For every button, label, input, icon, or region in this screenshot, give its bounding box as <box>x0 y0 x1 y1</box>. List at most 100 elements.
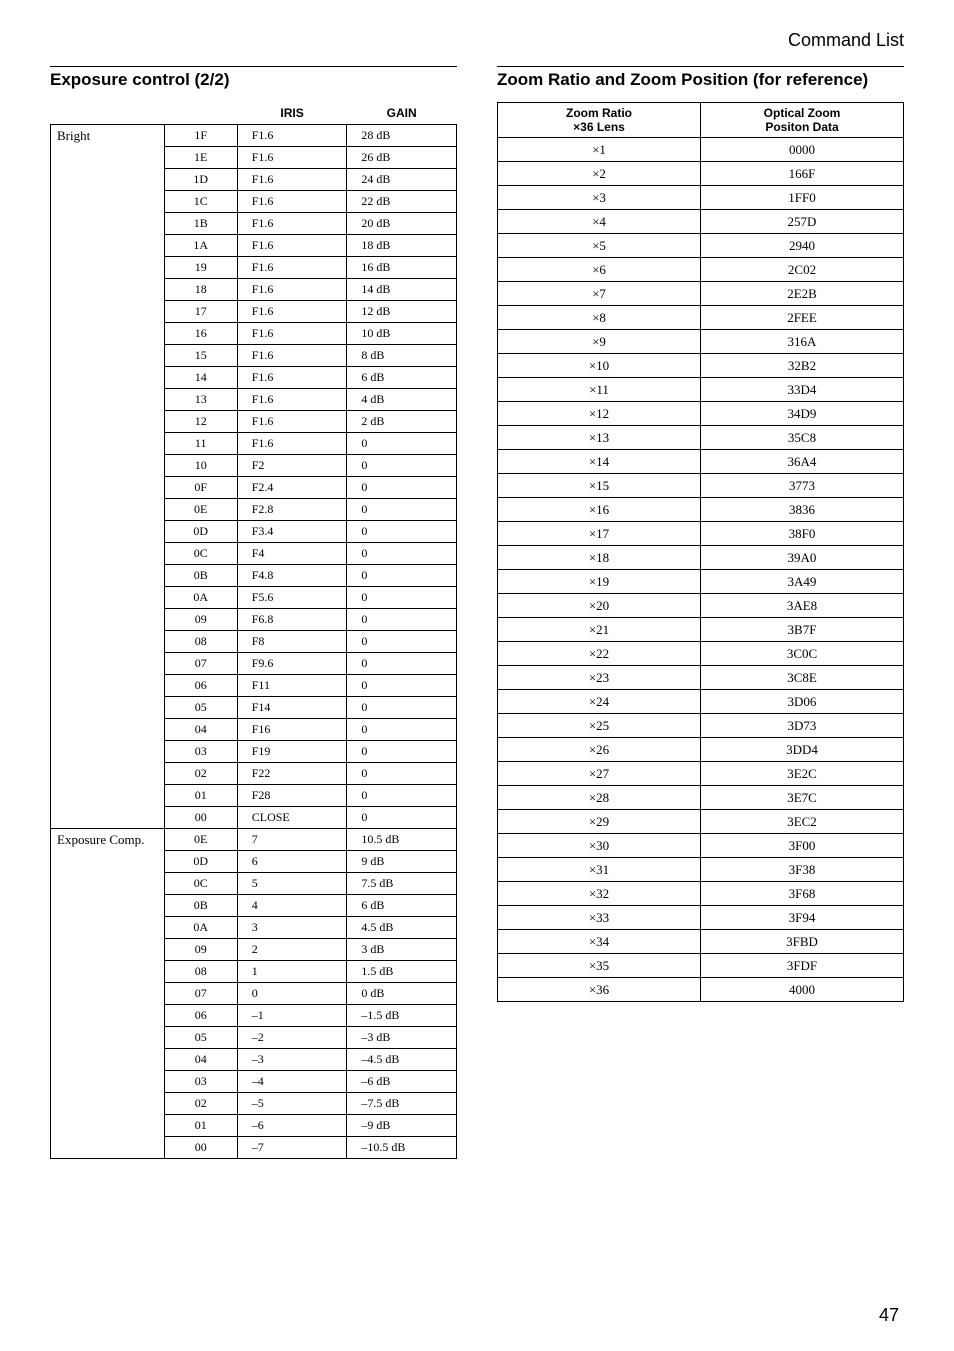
exposure-gain: 12 dB <box>347 300 457 322</box>
zoom-ratio: ×9 <box>498 330 701 354</box>
page-number: 47 <box>879 1305 899 1326</box>
table-row: ×2166F <box>498 162 904 186</box>
table-row: ×1738F0 <box>498 522 904 546</box>
zoom-position: 35C8 <box>701 426 904 450</box>
exposure-code: 0C <box>164 872 237 894</box>
zoom-ratio: ×15 <box>498 474 701 498</box>
table-row: ×273E2C <box>498 762 904 786</box>
table-row: ×62C02 <box>498 258 904 282</box>
exposure-gain: 0 <box>347 432 457 454</box>
exposure-code: 1D <box>164 168 237 190</box>
zoom-position: 3F00 <box>701 834 904 858</box>
zoom-ratio: ×32 <box>498 882 701 906</box>
zoom-ratio: ×31 <box>498 858 701 882</box>
table-row: ×52940 <box>498 234 904 258</box>
exposure-code: 05 <box>164 696 237 718</box>
zoom-table: Zoom Ratio ×36 Lens Optical Zoom Positon… <box>497 102 904 1002</box>
exposure-gain: 20 dB <box>347 212 457 234</box>
exposure-gain: 2 dB <box>347 410 457 432</box>
zoom-ratio: ×26 <box>498 738 701 762</box>
zoom-position: 3E7C <box>701 786 904 810</box>
exposure-gain: 0 <box>347 696 457 718</box>
exposure-iris: F3.4 <box>237 520 347 542</box>
zoom-ratio: ×21 <box>498 618 701 642</box>
zoom-position: 38F0 <box>701 522 904 546</box>
zoom-position: 2940 <box>701 234 904 258</box>
exposure-iris: F1.6 <box>237 190 347 212</box>
exposure-table: IRIS GAIN Bright1FF1.628 dB1EF1.626 dB1D… <box>50 102 457 1159</box>
zoom-ratio: ×27 <box>498 762 701 786</box>
zoom-ratio: ×1 <box>498 138 701 162</box>
zoom-position: 3B7F <box>701 618 904 642</box>
table-row: Bright1FF1.628 dB <box>51 124 457 146</box>
divider <box>50 66 457 67</box>
zoom-ratio: ×14 <box>498 450 701 474</box>
exposure-gain: 4.5 dB <box>347 916 457 938</box>
exposure-code: 0A <box>164 586 237 608</box>
table-row: ×9316A <box>498 330 904 354</box>
table-row: ×153773 <box>498 474 904 498</box>
zoom-ratio: ×18 <box>498 546 701 570</box>
zoom-ratio: ×23 <box>498 666 701 690</box>
exposure-gain: 0 <box>347 498 457 520</box>
zoom-ratio: ×3 <box>498 186 701 210</box>
table-row: ×10000 <box>498 138 904 162</box>
exposure-iris: 5 <box>237 872 347 894</box>
exposure-code: 07 <box>164 982 237 1004</box>
exposure-gain: 0 <box>347 762 457 784</box>
exposure-code: 0D <box>164 850 237 872</box>
zoom-position: 2FEE <box>701 306 904 330</box>
exposure-iris: F1.6 <box>237 212 347 234</box>
exposure-code: 1C <box>164 190 237 212</box>
zoom-ratio: ×16 <box>498 498 701 522</box>
exposure-iris: F4 <box>237 542 347 564</box>
exposure-code: 1B <box>164 212 237 234</box>
exposure-gain: 0 <box>347 806 457 828</box>
exposure-iris: 3 <box>237 916 347 938</box>
exposure-gain: 0 <box>347 586 457 608</box>
zoom-position: 33D4 <box>701 378 904 402</box>
exposure-code: 06 <box>164 1004 237 1026</box>
exposure-code: 1E <box>164 146 237 168</box>
zoom-ratio: ×36 <box>498 978 701 1002</box>
exposure-iris: F1.6 <box>237 300 347 322</box>
zoom-ratio: ×5 <box>498 234 701 258</box>
exposure-iris: F1.6 <box>237 322 347 344</box>
zoom-position: 0000 <box>701 138 904 162</box>
exposure-code: 04 <box>164 718 237 740</box>
zoom-ratio: ×25 <box>498 714 701 738</box>
table-row: ×1032B2 <box>498 354 904 378</box>
table-row: ×1335C8 <box>498 426 904 450</box>
exposure-gain: –3 dB <box>347 1026 457 1048</box>
exposure-iris: –4 <box>237 1070 347 1092</box>
exposure-iris: 4 <box>237 894 347 916</box>
exposure-gain: 16 dB <box>347 256 457 278</box>
exposure-category: Exposure Comp. <box>51 828 165 1158</box>
exposure-gain: 6 dB <box>347 366 457 388</box>
exposure-iris: F14 <box>237 696 347 718</box>
exposure-gain: 0 <box>347 652 457 674</box>
exposure-code: 04 <box>164 1048 237 1070</box>
table-row: ×353FDF <box>498 954 904 978</box>
exposure-gain: 6 dB <box>347 894 457 916</box>
exposure-iris: F2.4 <box>237 476 347 498</box>
exposure-code: 13 <box>164 388 237 410</box>
table-row: ×313F38 <box>498 858 904 882</box>
zoom-ratio: ×10 <box>498 354 701 378</box>
zoom-position: 2E2B <box>701 282 904 306</box>
exposure-iris: F1.6 <box>237 388 347 410</box>
exposure-code: 01 <box>164 784 237 806</box>
table-row: ×263DD4 <box>498 738 904 762</box>
zoom-position: 34D9 <box>701 402 904 426</box>
exposure-code: 03 <box>164 740 237 762</box>
zoom-position: 3A49 <box>701 570 904 594</box>
zoom-position: 3D06 <box>701 690 904 714</box>
zoom-ratio: ×29 <box>498 810 701 834</box>
exposure-iris: 0 <box>237 982 347 1004</box>
zoom-position: 3EC2 <box>701 810 904 834</box>
zoom-ratio: ×30 <box>498 834 701 858</box>
exposure-code: 1A <box>164 234 237 256</box>
table-row: ×323F68 <box>498 882 904 906</box>
exposure-iris: F28 <box>237 784 347 806</box>
exposure-gain: 0 <box>347 564 457 586</box>
